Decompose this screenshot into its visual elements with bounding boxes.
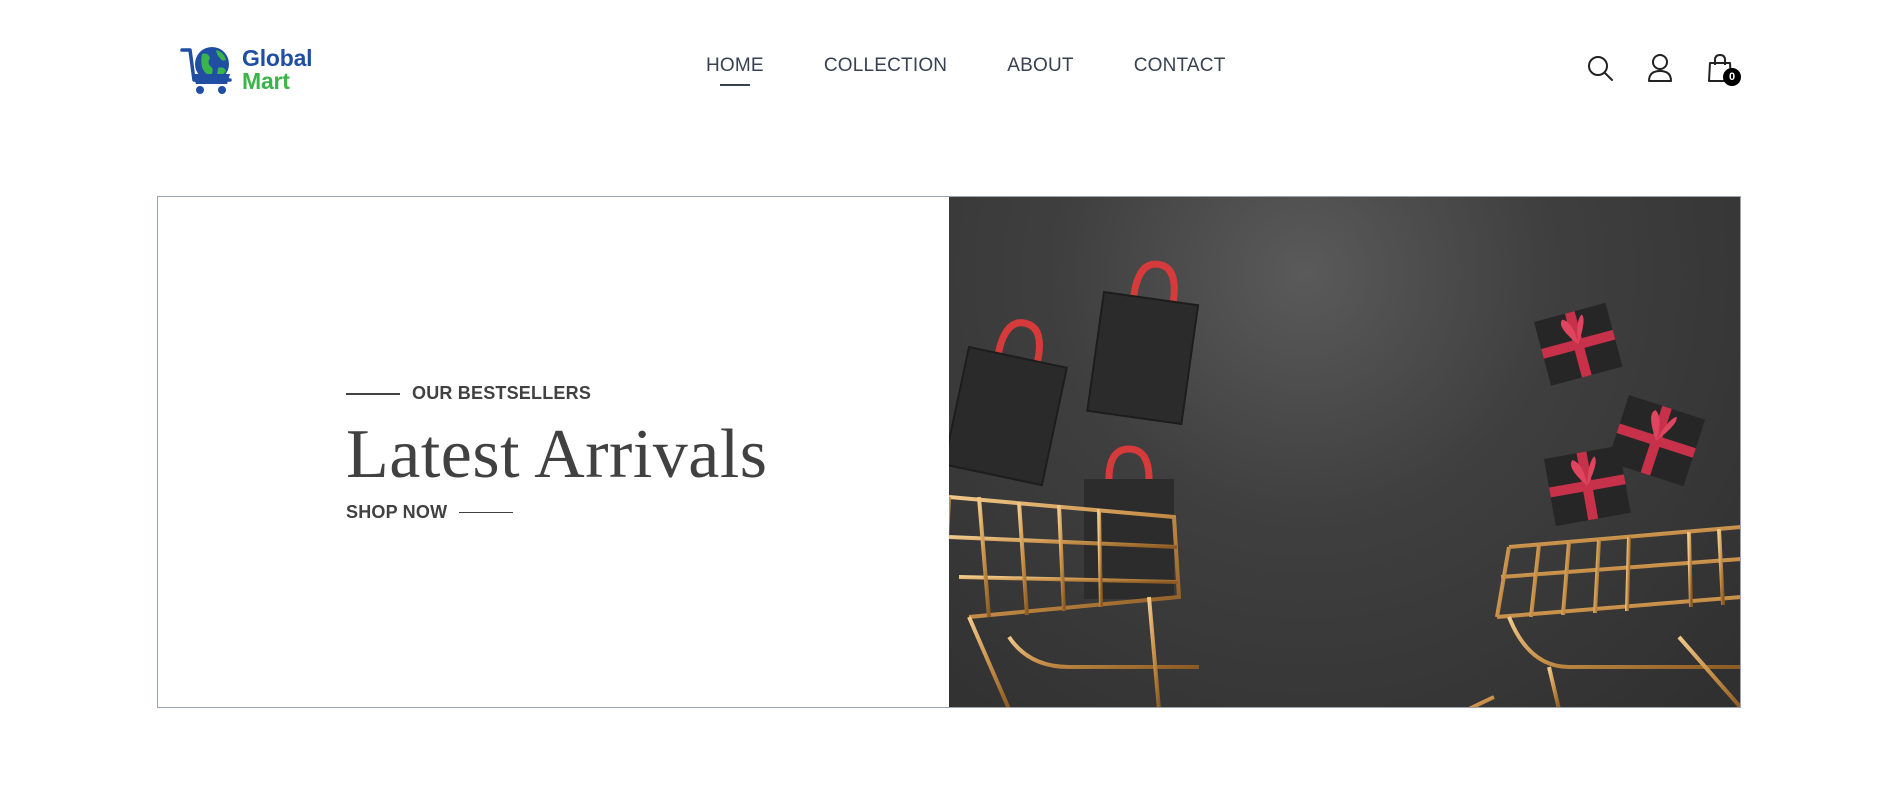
cta-line	[459, 512, 514, 513]
shopping-bag-2	[1086, 260, 1200, 426]
logo-link[interactable]: Global Mart	[180, 44, 313, 96]
nav-link-contact[interactable]: CONTACT	[1134, 55, 1226, 86]
globe-cart-logo-icon	[180, 47, 232, 94]
nav-link-home[interactable]: HOME	[706, 55, 764, 86]
nav-link-label: COLLECTION	[823, 55, 948, 76]
nav-link-label: HOME	[706, 55, 764, 76]
nav-link-about[interactable]: ABOUT	[1007, 55, 1073, 86]
active-underline	[719, 84, 750, 86]
hero-eyebrow: OUR BESTSELLERS	[346, 383, 768, 404]
search-button[interactable]	[1585, 52, 1615, 84]
golden-cart-right	[1468, 525, 1740, 707]
hero-image	[949, 197, 1740, 707]
nav-icons: 0	[1585, 52, 1741, 86]
eyebrow-line	[346, 392, 400, 395]
hero-text-panel: OUR BESTSELLERS Latest Arrivals SHOP NOW	[158, 197, 949, 707]
main-nav: HOME COLLECTION ABOUT CONTACT	[706, 55, 1286, 86]
logo-line-2: Mart	[242, 68, 290, 94]
hero-banner: OUR BESTSELLERS Latest Arrivals SHOP NOW	[157, 196, 1741, 708]
shopping-bag-1	[949, 319, 1069, 487]
gift-box-3	[1544, 445, 1631, 526]
eyebrow-text: OUR BESTSELLERS	[412, 383, 592, 403]
search-icon	[1588, 56, 1613, 81]
user-icon	[1648, 54, 1672, 82]
hero-title: Latest Arrivals	[346, 416, 768, 493]
hero-illustration	[949, 260, 1740, 707]
nav-link-collection[interactable]: COLLECTION	[824, 55, 947, 86]
nav-link-label: ABOUT	[1007, 55, 1074, 76]
cart-button[interactable]: 0	[1705, 52, 1741, 86]
hero-content: OUR BESTSELLERS Latest Arrivals SHOP NOW	[346, 383, 768, 523]
nav-link-label: CONTACT	[1133, 55, 1226, 76]
gift-box-1	[1534, 302, 1623, 386]
cart-count-badge: 0	[1723, 68, 1741, 86]
navbar: Global Mart HOME COLLECTION ABOUT CONTAC…	[0, 0, 1903, 130]
profile-button[interactable]	[1645, 52, 1675, 84]
shop-now-button[interactable]: SHOP NOW	[346, 502, 768, 523]
shop-now-label: SHOP NOW	[346, 502, 448, 522]
logo-text: Global Mart	[242, 45, 313, 94]
logo-line-1: Global	[242, 45, 313, 71]
